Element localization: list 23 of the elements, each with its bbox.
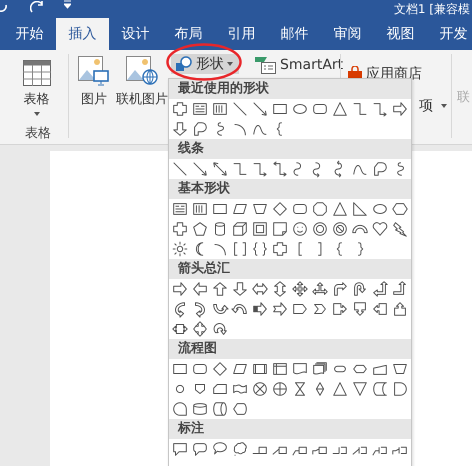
table-button[interactable]: 表格 bbox=[14, 54, 54, 116]
ribbon-tab[interactable]: 设计 bbox=[109, 18, 162, 50]
window-title: 文档1 [兼容模 bbox=[394, 2, 470, 16]
ribbon-tab[interactable]: 布局 bbox=[162, 18, 215, 50]
section-header: 标注 bbox=[169, 419, 411, 439]
ribbon-tab[interactable]: 邮件 bbox=[268, 18, 321, 50]
group-label: 表格 bbox=[24, 125, 51, 142]
ribbon-tab[interactable]: 视图 bbox=[374, 18, 427, 50]
section-header: 线条 bbox=[169, 139, 411, 159]
section-header: 箭头总汇 bbox=[169, 259, 411, 279]
section-header: 基本形状 bbox=[169, 179, 411, 199]
section-header: 流程图 bbox=[169, 339, 411, 359]
add-ins-button[interactable]: 项 bbox=[419, 97, 451, 115]
shapes-button[interactable]: 形状 bbox=[171, 54, 239, 74]
section-header: 最近使用的形状 bbox=[169, 79, 411, 99]
ribbon-tab[interactable]: 插入 bbox=[56, 18, 109, 50]
smartart-button[interactable]: SmartArt bbox=[255, 55, 344, 75]
picture-button[interactable]: 图片 bbox=[75, 50, 113, 108]
ribbon-tab[interactable]: 开始 bbox=[3, 18, 56, 50]
ribbon-tab[interactable]: 审阅 bbox=[321, 18, 374, 50]
ribbon-tab[interactable]: 引用 bbox=[215, 18, 268, 50]
ribbon-tab[interactable]: 开发 bbox=[427, 18, 472, 50]
online-picture-button[interactable]: 联机图片 bbox=[113, 50, 171, 108]
